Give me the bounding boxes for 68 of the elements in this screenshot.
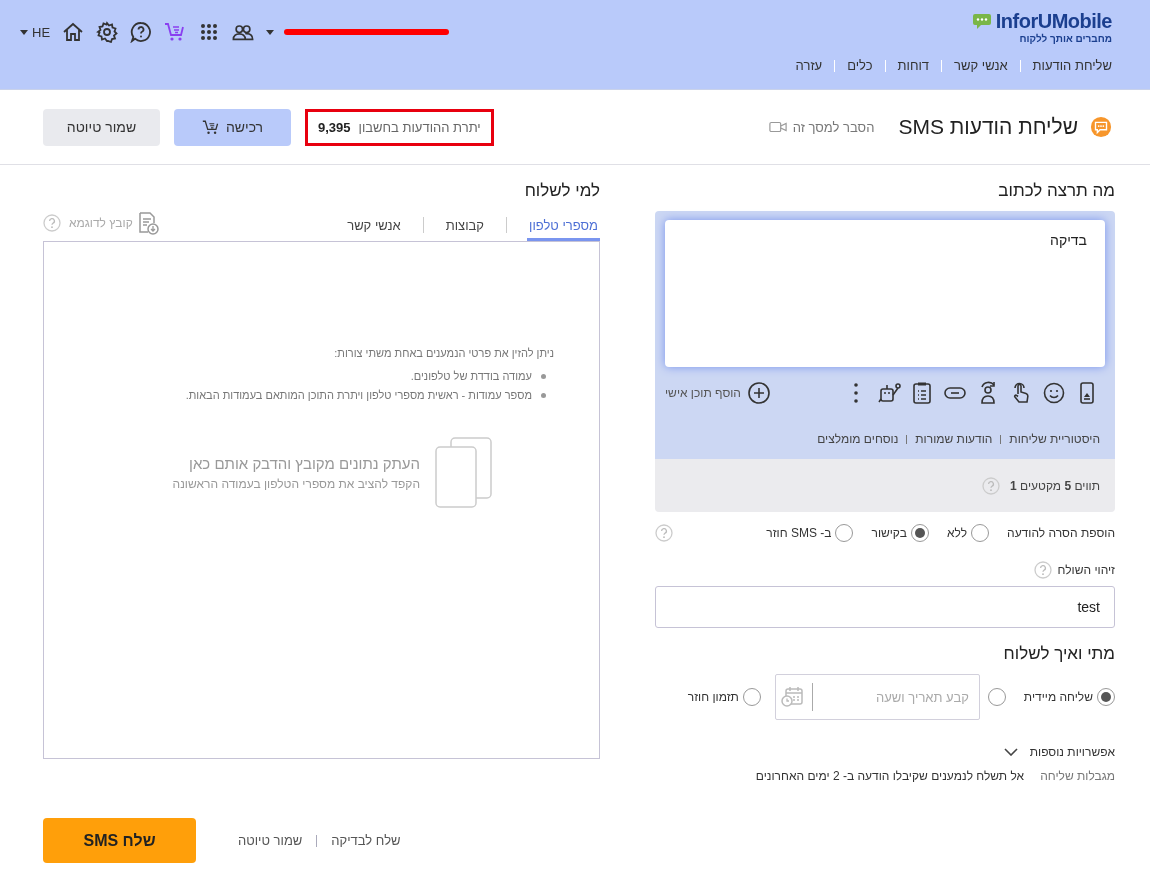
instructions-text: ניתן להזין את פרטי הנמענים באחת משתי צורות: — [333, 347, 554, 359]
logo-tagline: מחברים אותך ללקוח — [1019, 33, 1112, 44]
radio-button[interactable] — [835, 524, 854, 542]
radio-option[interactable]: ללא — [946, 524, 990, 542]
nav-link[interactable]: עזרה — [795, 58, 823, 73]
panel-link[interactable]: נוסחים מומלצים — [817, 432, 899, 446]
balance-label: יתרת ההודעות בחשבון — [358, 119, 481, 135]
panel-link[interactable]: היסטוריית שליחות — [1009, 432, 1100, 446]
radio-button[interactable] — [987, 688, 1006, 706]
field-label: מגבלות שליחה — [1040, 769, 1115, 783]
bullet-icon — [541, 374, 546, 379]
balance-value: 9,395 — [318, 119, 351, 135]
home-icon[interactable] — [62, 21, 85, 43]
cart-icon — [201, 118, 220, 136]
radio-button[interactable] — [910, 524, 929, 542]
settings-icon[interactable] — [96, 21, 119, 43]
bullet-icon — [541, 393, 546, 398]
nav-link[interactable]: כלים — [847, 58, 873, 73]
section-heading: מה תרצה לכתוב — [997, 181, 1115, 201]
footer-link[interactable]: שמור טיוטה — [238, 833, 303, 848]
nav-link[interactable]: דוחות — [897, 58, 930, 73]
instruction-item: מספר עמודות - ראשית מספרי טלפון ויתרת התוכן המותאם בעמודות הבאות. — [185, 388, 532, 403]
clipboard-list-icon[interactable] — [910, 381, 934, 405]
nav-link[interactable]: שליחת הודעות — [1032, 58, 1112, 73]
panel-link[interactable]: הודעות שמורות — [915, 432, 993, 446]
chevron-down-icon — [1003, 748, 1018, 756]
radio-button[interactable] — [971, 524, 990, 542]
add-personal-content-button[interactable]: הוסף תוכן אישי — [665, 381, 771, 405]
radio-button[interactable] — [742, 688, 761, 706]
cart-icon[interactable] — [164, 21, 187, 43]
sender-id-field[interactable]: test — [655, 586, 1115, 628]
radio-option[interactable]: ב- SMS חוזר — [766, 524, 854, 542]
chat-bubble-icon — [1090, 116, 1112, 138]
paste-title: העתק נתונים מקובץ והדבק אותם כאן — [188, 455, 420, 472]
tab[interactable]: מספרי טלפון — [527, 218, 600, 241]
radio-option[interactable]: שליחה מיידית — [1023, 688, 1115, 706]
more-options-toggle[interactable]: אפשרויות נוספות — [655, 738, 1115, 766]
logo-text: InforUMobile — [995, 10, 1112, 33]
help-link[interactable]: הסבר למסך זה — [768, 118, 875, 136]
field-label: הוספת הסרה להודעה — [1007, 526, 1115, 540]
section-heading: מתי ואיך לשלוח — [1002, 644, 1115, 664]
date-time-field[interactable]: קבע תאריך ושעה — [774, 674, 980, 720]
documents-icon — [434, 437, 494, 509]
nav-link[interactable]: אנשי קשר — [954, 58, 1008, 73]
message-field[interactable]: בדיקה — [665, 220, 1105, 367]
save-draft-button[interactable]: שמור טיוטה — [43, 108, 160, 146]
robot-icon[interactable] — [877, 381, 901, 405]
send-sms-button[interactable]: שלח SMS — [43, 818, 196, 863]
section-heading: למי לשלוח — [523, 181, 600, 201]
instruction-item: עמודה בודדת של טלפונים. — [410, 369, 532, 384]
language-selector[interactable]: HE — [20, 24, 51, 40]
calendar-clock-icon — [779, 685, 804, 709]
caret-icon[interactable] — [266, 29, 275, 35]
page-title: שליחת הודעות SMS — [898, 115, 1078, 139]
paste-hint: הקפד להציב את מספרי הטלפון בעמודה הראשונה — [172, 477, 420, 491]
tab[interactable]: קבוצות — [443, 218, 486, 241]
purchase-button[interactable]: רכישה — [174, 108, 291, 146]
radio-button[interactable] — [1097, 688, 1115, 706]
help-icon[interactable] — [130, 21, 153, 43]
radio-option[interactable]: בקישור — [871, 524, 929, 542]
limit-text: אל תשלח לנמענים שקיבלו הודעה ב- 2 ימים האחרונים — [755, 769, 1025, 783]
footer-link[interactable]: שלח לבדיקה — [331, 833, 401, 848]
tab[interactable]: אנשי קשר — [345, 218, 403, 241]
radio-option[interactable]: תזמון חוזר — [687, 688, 761, 706]
field-label: זיהוי השולח — [1057, 563, 1115, 577]
plus-circle-icon — [747, 381, 771, 405]
caret-icon — [20, 29, 28, 35]
smiley-icon[interactable] — [1042, 381, 1066, 405]
